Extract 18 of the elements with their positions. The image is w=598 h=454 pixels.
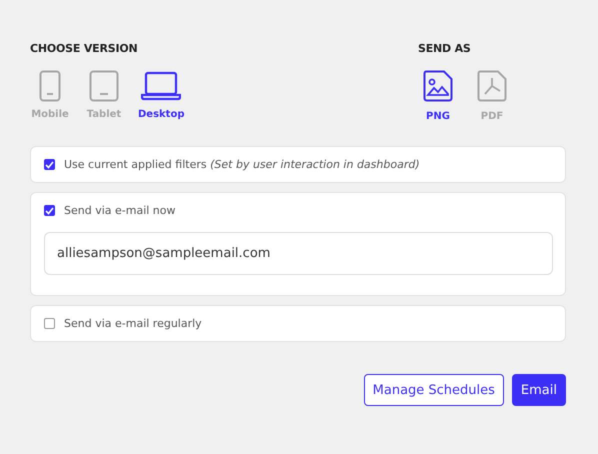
version-option[interactable]: Desktop (138, 70, 184, 120)
section-heading: SEND AS (418, 42, 472, 55)
checkbox[interactable] (44, 318, 55, 329)
image-file-icon (423, 70, 453, 102)
email-button[interactable]: Email (512, 374, 566, 406)
email-field[interactable]: alliesampson@sampleemail.com (44, 232, 553, 275)
laptop-icon (141, 70, 182, 102)
tablet-icon (89, 70, 119, 102)
checkbox-label: Use current applied filters (Set by user interaction in dashboard) (64, 158, 420, 171)
format-option[interactable]: PNG (418, 70, 458, 122)
phone-icon (39, 70, 61, 102)
checkbox[interactable] (44, 159, 55, 170)
section-heading: CHOOSE VERSION (30, 42, 139, 55)
schedules-button[interactable]: Manage Schedules (364, 374, 504, 406)
pdf-file-icon (477, 70, 507, 102)
checkbox-label: Send via e-mail now (64, 204, 176, 217)
checkbox-label: Send via e-mail regularly (64, 317, 202, 330)
checkbox[interactable] (44, 205, 55, 216)
